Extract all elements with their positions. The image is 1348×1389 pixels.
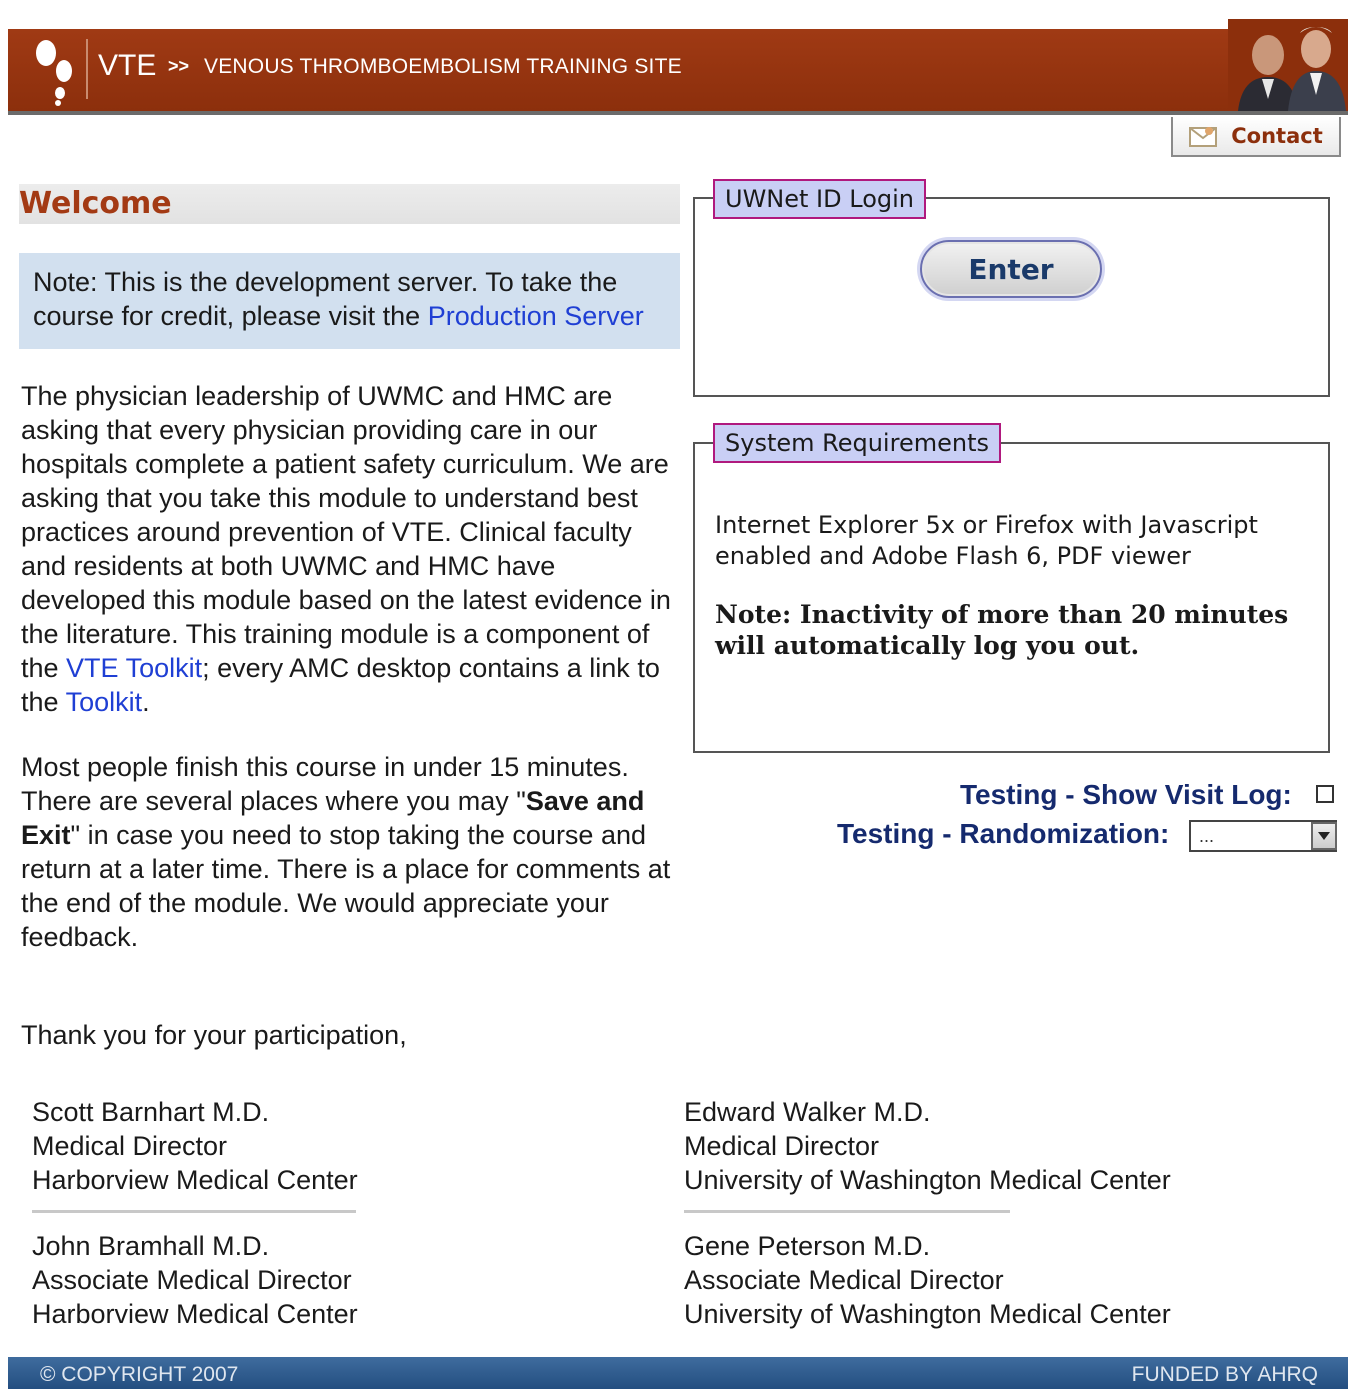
signature-title: Associate Medical Director (32, 1265, 352, 1295)
dev-server-notice: Note: This is the development server. To… (19, 253, 680, 349)
signature-divider (684, 1210, 1010, 1213)
course-info-paragraph: Most people finish this course in under … (21, 750, 681, 954)
signature-org: Harborview Medical Center (32, 1299, 358, 1329)
signature-block: Scott Barnhart M.D. Medical Director Har… (32, 1095, 358, 1197)
funding-text: FUNDED BY AHRQ (1131, 1363, 1318, 1386)
toolkit-link[interactable]: Toolkit (66, 687, 143, 717)
signature-title: Medical Director (684, 1131, 880, 1161)
visit-log-label: Testing - Show Visit Log: (960, 779, 1292, 810)
signature-org: University of Washington Medical Center (684, 1299, 1171, 1329)
system-requirements-legend: System Requirements (713, 423, 1001, 463)
brand-separator: >> (168, 56, 190, 76)
vte-toolkit-link[interactable]: VTE Toolkit (66, 653, 202, 683)
inactivity-note: Note: Inactivity of more than 20 minutes… (715, 600, 1289, 660)
site-header: VTE >> VENOUS THROMBOEMBOLISM TRAINING S… (8, 19, 1348, 115)
signature-name: John Bramhall M.D. (32, 1231, 270, 1261)
course-text: " in case you need to stop taking the co… (21, 820, 671, 952)
production-server-link[interactable]: Production Server (428, 301, 644, 331)
randomization-select[interactable]: ... (1189, 820, 1337, 852)
envelope-icon (1189, 127, 1218, 147)
dropdown-arrow-icon[interactable] (1311, 822, 1337, 850)
signature-org: Harborview Medical Center (32, 1165, 358, 1195)
signature-block: Edward Walker M.D. Medical Director Univ… (684, 1095, 1171, 1197)
intro-text: The physician leadership of UWMC and HMC… (21, 381, 671, 683)
contact-label: Contact (1231, 124, 1323, 148)
signature-title: Associate Medical Director (684, 1265, 1004, 1295)
signature-name: Scott Barnhart M.D. (32, 1097, 270, 1127)
signature-name: Gene Peterson M.D. (684, 1231, 931, 1261)
intro-text: . (142, 687, 150, 717)
system-requirements-panel (693, 442, 1330, 753)
signature-org: University of Washington Medical Center (684, 1165, 1171, 1195)
signature-block: John Bramhall M.D. Associate Medical Dir… (32, 1229, 358, 1331)
thanks-text: Thank you for your participation, (21, 1020, 407, 1050)
signature-title: Medical Director (32, 1131, 228, 1161)
logo-divider (86, 39, 88, 99)
randomization-value: ... (1199, 826, 1215, 846)
signature-name: Edward Walker M.D. (684, 1097, 931, 1127)
welcome-heading-bar: Welcome (19, 184, 680, 224)
contact-button[interactable]: Contact (1171, 117, 1341, 157)
footprints-logo-icon (36, 40, 72, 106)
page-title: Welcome (19, 186, 172, 221)
randomization-label: Testing - Randomization: (837, 818, 1170, 849)
login-legend: UWNet ID Login (713, 179, 926, 219)
signature-divider (32, 1210, 356, 1213)
show-visit-log-checkbox[interactable] (1316, 785, 1334, 803)
copyright-text: © COPYRIGHT 2007 (40, 1363, 239, 1386)
requirements-text: Internet Explorer 5x or Firefox with Jav… (715, 511, 1258, 570)
physicians-photo (1228, 19, 1348, 111)
signature-block: Gene Peterson M.D. Associate Medical Dir… (684, 1229, 1171, 1331)
site-subtitle: VENOUS THROMBOEMBOLISM TRAINING SITE (204, 55, 682, 78)
enter-button[interactable]: Enter (920, 240, 1102, 298)
intro-paragraph: The physician leadership of UWMC and HMC… (21, 379, 681, 719)
brand-name[interactable]: VTE (98, 49, 156, 83)
site-footer: © COPYRIGHT 2007 FUNDED BY AHRQ (8, 1357, 1348, 1389)
